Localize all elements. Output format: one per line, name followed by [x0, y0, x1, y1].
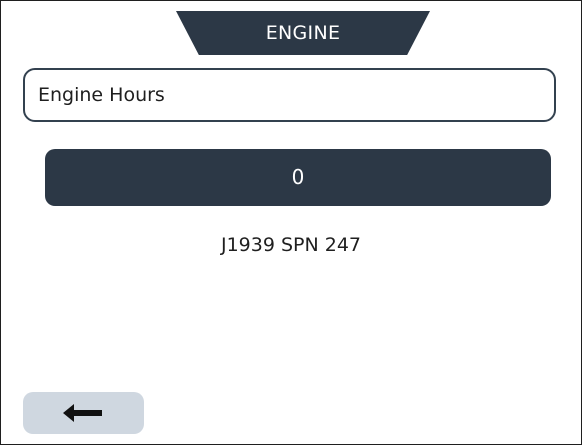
spn-label: J1939 SPN 247 [220, 234, 362, 256]
engine-detail-screen: ENGINE Engine Hours 0 J1939 SPN 247 [0, 0, 582, 445]
parameter-name-field: Engine Hours [23, 68, 556, 122]
left-arrow-icon [63, 404, 102, 422]
back-button[interactable] [23, 392, 144, 434]
parameter-value-display: 0 [45, 149, 551, 206]
header-tab: ENGINE [176, 11, 430, 55]
parameter-name-label: Engine Hours [38, 84, 165, 106]
page-title: ENGINE [265, 22, 341, 44]
parameter-value-text: 0 [291, 165, 305, 189]
